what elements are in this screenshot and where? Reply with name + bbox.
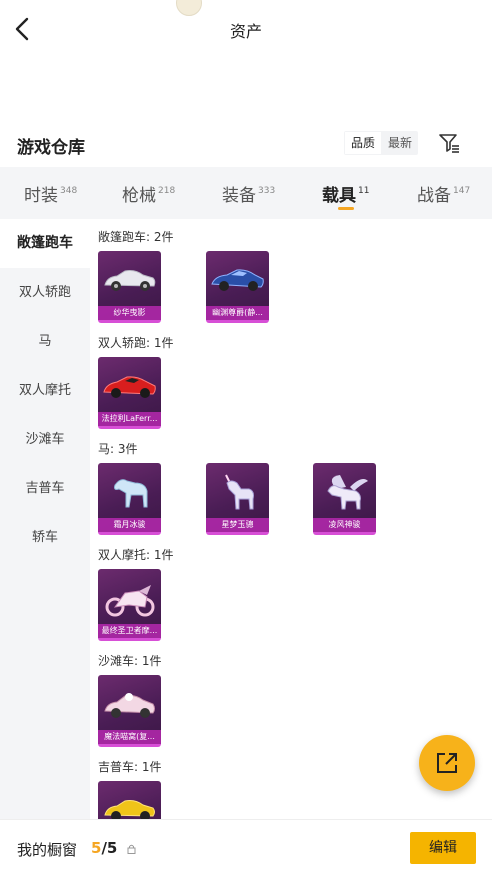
tab-label: 时装: [24, 186, 58, 206]
vehicle-name: 纱华曳影: [98, 306, 161, 320]
sort-latest-option[interactable]: 最新: [382, 131, 418, 155]
warehouse-title: 游戏仓库: [17, 138, 85, 158]
vehicle-card[interactable]: 法拉利LaFerr...: [98, 357, 161, 429]
vehicle-name: 凌风神骏: [313, 518, 376, 532]
external-link-icon: [437, 753, 457, 773]
avatar: [176, 0, 202, 16]
lock-icon: [127, 844, 136, 854]
category-tabs: 时装 348 枪械 218 装备 333 载具 11 战备 147: [0, 167, 492, 219]
tab-vehicles[interactable]: 载具 11: [322, 181, 369, 206]
vehicle-type-sidebar: 敞篷跑车 双人轿跑 马 双人摩托 沙滩车 吉普车 轿车: [0, 219, 90, 819]
vehicle-name: 星梦玉骢: [206, 518, 269, 532]
group-title: 吉普车: 1件: [98, 760, 162, 774]
horse-icon: [114, 479, 148, 508]
convertible-car-icon: [104, 270, 156, 291]
filter-icon[interactable]: [436, 130, 462, 156]
group-title: 敞篷跑车: 2件: [98, 230, 174, 244]
sidebar-item-sedan[interactable]: 轿车: [0, 513, 90, 562]
sidebar-item-jeep[interactable]: 吉普车: [0, 464, 90, 513]
edit-button[interactable]: 编辑: [410, 832, 476, 864]
sidebar-item-beach-buggy[interactable]: 沙滩车: [0, 415, 90, 464]
page-title: 资产: [229, 22, 262, 41]
tab-label: 战备: [417, 186, 451, 206]
tab-count: 218: [158, 186, 176, 196]
tab-label: 载具: [322, 186, 356, 206]
motorcycle-icon: [105, 585, 155, 617]
showcase-total: /5: [101, 839, 118, 857]
vehicle-card[interactable]: 霜月冰骏: [98, 463, 161, 535]
share-button[interactable]: [419, 735, 475, 791]
vehicle-name: 魔法喵窝(复...: [98, 730, 161, 744]
tab-count: 11: [358, 186, 370, 196]
tab-equipment[interactable]: 装备 333: [222, 181, 275, 206]
sort-toggle: 品质 最新: [344, 131, 418, 155]
tab-count: 147: [453, 186, 471, 196]
vehicle-card[interactable]: 星梦玉骢: [206, 463, 269, 535]
tab-fashion[interactable]: 时装 348: [24, 181, 77, 206]
showcase-bar: 我的橱窗 5/5 编辑: [0, 819, 492, 876]
group-title: 双人摩托: 1件: [98, 548, 174, 562]
unicorn-icon: [225, 474, 254, 510]
beach-buggy-icon: [104, 693, 155, 718]
vehicle-list: 敞篷跑车: 2件 纱华曳影 幽渊尊爵(静... 双人轿跑: 1件 法拉利LaFe…: [90, 219, 492, 819]
tab-guns[interactable]: 枪械 218: [122, 181, 175, 206]
supercar-icon: [103, 376, 156, 398]
vehicle-card[interactable]: [98, 781, 161, 819]
sidebar-item-convertible[interactable]: 敞篷跑车: [0, 219, 90, 268]
group-title: 马: 3件: [98, 442, 138, 456]
pegasus-icon: [327, 475, 368, 510]
tab-count: 348: [60, 186, 78, 196]
vehicle-name: 幽渊尊爵(静...: [206, 306, 269, 320]
showcase-current: 5: [91, 839, 102, 857]
sports-car-icon: [211, 269, 264, 291]
warehouse-header: 游戏仓库 品质 最新: [0, 124, 492, 164]
tab-label: 装备: [222, 186, 256, 206]
group-title: 双人轿跑: 1件: [98, 336, 174, 350]
sidebar-item-motorcycle[interactable]: 双人摩托: [0, 366, 90, 415]
sort-quality-option[interactable]: 品质: [345, 132, 381, 154]
tab-combat-prep[interactable]: 战备 147: [417, 181, 470, 206]
sidebar-item-coupe[interactable]: 双人轿跑: [0, 268, 90, 317]
sidebar-item-horse[interactable]: 马: [0, 317, 90, 366]
vehicle-card[interactable]: 最终圣卫者摩...: [98, 569, 161, 641]
active-tab-indicator: [338, 207, 354, 210]
vehicle-card[interactable]: 魔法喵窝(复...: [98, 675, 161, 747]
showcase-label: 我的橱窗: [17, 841, 78, 859]
vehicle-card[interactable]: 纱华曳影: [98, 251, 161, 323]
vehicle-name: 法拉利LaFerr...: [98, 412, 161, 426]
vehicle-name: 霜月冰骏: [98, 518, 161, 532]
vehicle-name: 最终圣卫者摩...: [98, 624, 161, 638]
jeep-icon: [104, 800, 155, 819]
group-title: 沙滩车: 1件: [98, 654, 162, 668]
tab-label: 枪械: [122, 186, 156, 206]
showcase-count: 5/5: [91, 839, 117, 857]
vehicle-card[interactable]: 凌风神骏: [313, 463, 376, 535]
tab-count: 333: [258, 186, 276, 196]
vehicle-card[interactable]: 幽渊尊爵(静...: [206, 251, 269, 323]
top-bar: 资产: [0, 0, 492, 58]
